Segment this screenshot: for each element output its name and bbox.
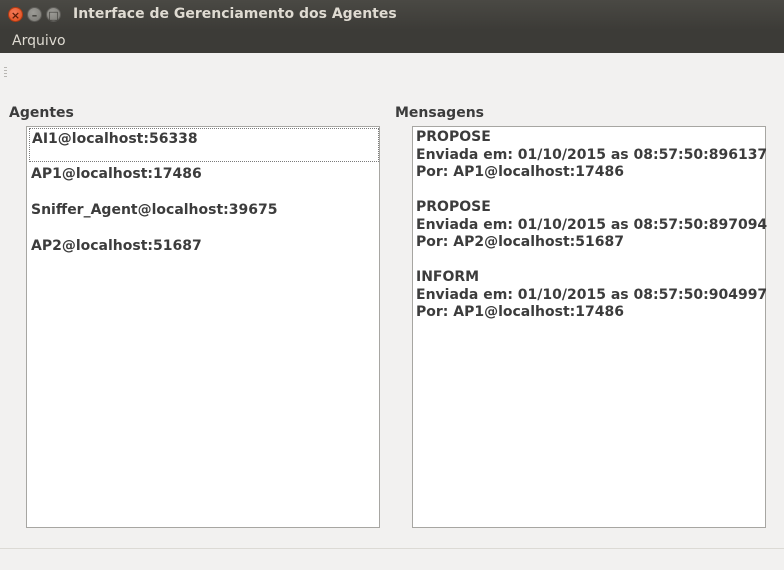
message-sender: Por: AP1@localhost:17486 <box>416 304 624 320</box>
message-sent-time: Enviada em: 01/10/2015 as 08:57:50:89613… <box>416 146 768 163</box>
messages-list[interactable]: PROPOSE Enviada em: 01/10/2015 as 08:57:… <box>412 126 767 528</box>
menu-arquivo[interactable]: Arquivo <box>12 33 66 49</box>
title-bar: × – □ Interface de Gerenciamento dos Age… <box>0 0 784 30</box>
agent-list-item[interactable]: AP2@localhost:51687 <box>29 236 379 270</box>
message-sender: Por: AP1@localhost:17486 <box>416 164 624 180</box>
message-type: PROPOSE <box>416 199 491 215</box>
message-sent-time: Enviada em: 01/10/2015 as 08:57:50:90499… <box>416 286 768 303</box>
toolbar-grip-handle[interactable] <box>4 67 7 77</box>
messages-label: Mensagens <box>395 105 484 121</box>
agent-list-item[interactable]: Sniffer_Agent@localhost:39675 <box>29 200 379 234</box>
agents-list[interactable]: AI1@localhost:56338 AP1@localhost:17486 … <box>26 126 380 528</box>
close-icon[interactable]: × <box>8 7 23 22</box>
agent-list-item[interactable]: AI1@localhost:56338 <box>29 128 379 162</box>
agent-list-item[interactable]: AP1@localhost:17486 <box>29 164 379 198</box>
message-sent-time: Enviada em: 01/10/2015 as 08:57:50:89709… <box>416 216 768 233</box>
message-type: PROPOSE <box>416 129 491 145</box>
message-sender: Por: AP2@localhost:51687 <box>416 234 624 250</box>
agents-label: Agentes <box>9 105 74 121</box>
message-item[interactable]: INFORM Enviada em: 01/10/2015 as 08:57:5… <box>416 269 767 322</box>
status-bar-separator <box>0 548 784 549</box>
message-item[interactable]: PROPOSE Enviada em: 01/10/2015 as 08:57:… <box>416 129 767 182</box>
menu-bar: Arquivo <box>0 30 784 53</box>
maximize-icon[interactable]: □ <box>46 7 61 22</box>
minimize-icon[interactable]: – <box>27 7 42 22</box>
message-item[interactable]: PROPOSE Enviada em: 01/10/2015 as 08:57:… <box>416 199 767 252</box>
message-type: INFORM <box>416 269 480 285</box>
window-title: Interface de Gerenciamento dos Agentes <box>73 6 397 22</box>
